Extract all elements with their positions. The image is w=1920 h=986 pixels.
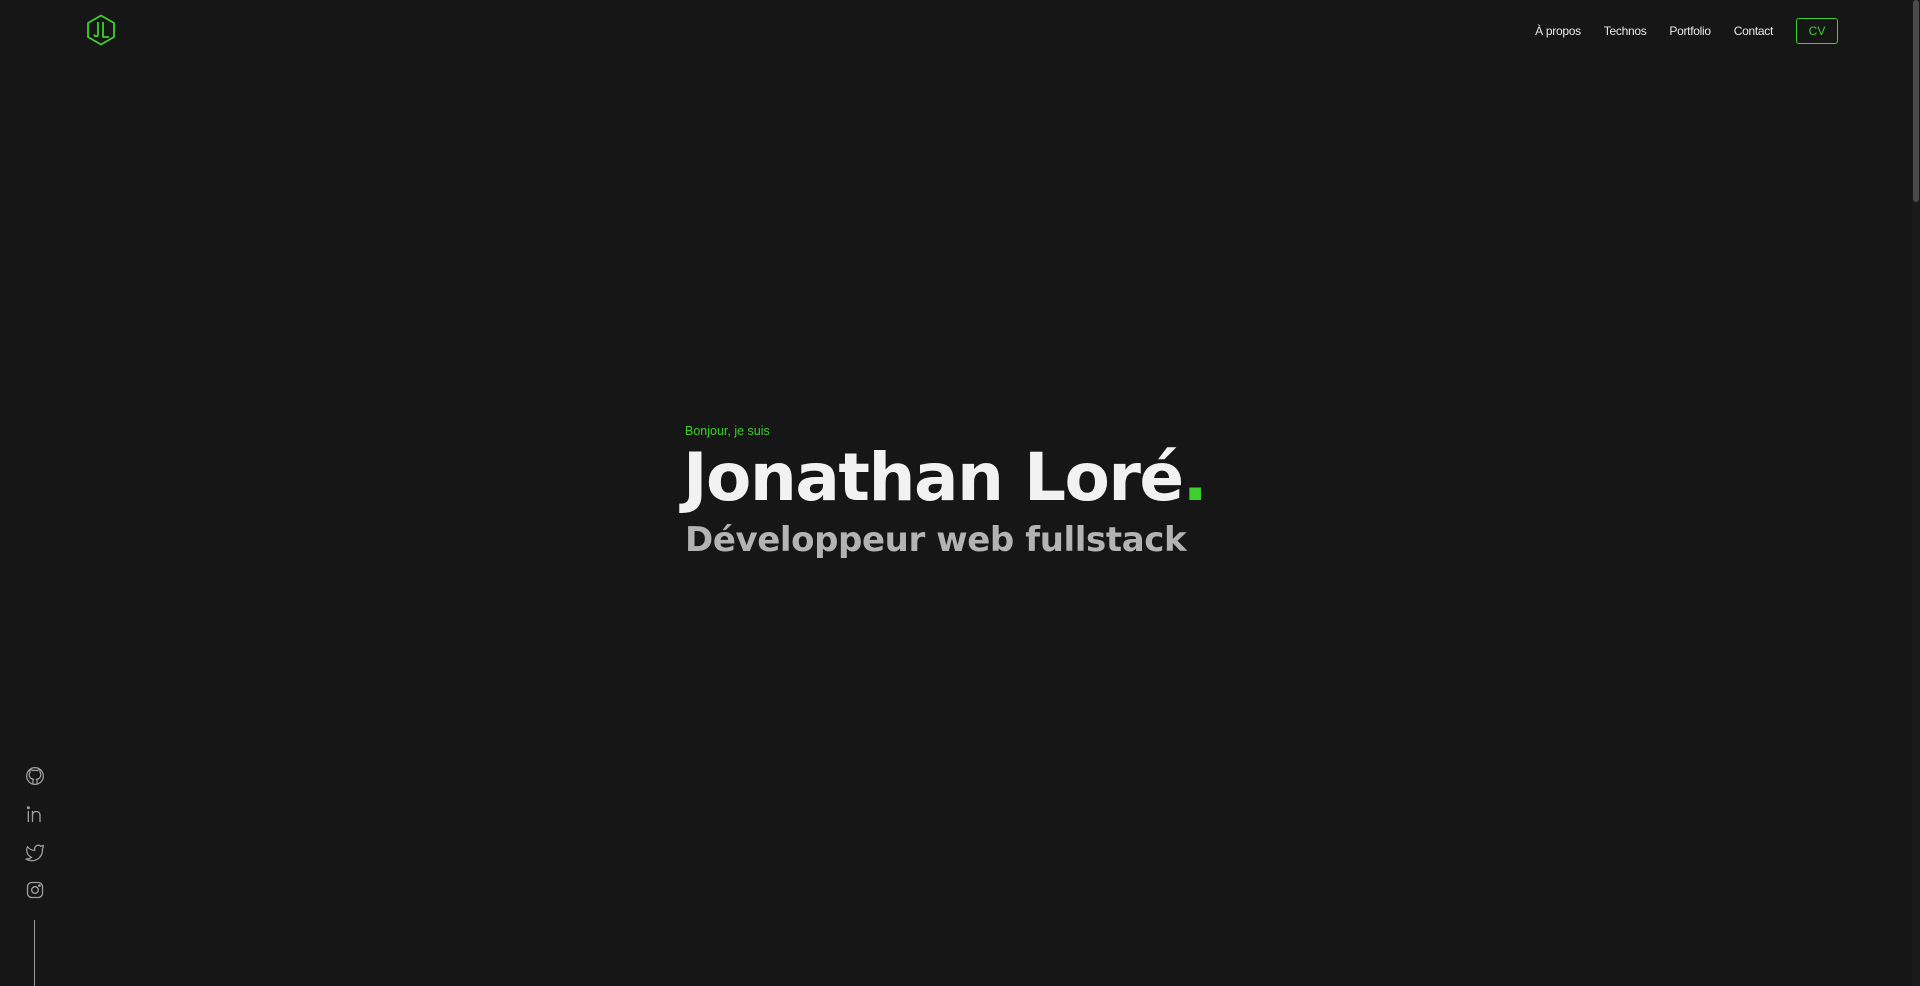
- cv-button[interactable]: CV: [1796, 18, 1838, 44]
- nav-link-portfolio[interactable]: Portfolio: [1669, 19, 1711, 43]
- nav-link-a-propos[interactable]: À propos: [1535, 19, 1581, 43]
- nav-link-technos[interactable]: Technos: [1604, 19, 1647, 43]
- github-icon[interactable]: [25, 766, 45, 786]
- page: À propos Technos Portfolio Contact CV Bo…: [0, 0, 1920, 986]
- main-nav: À propos Technos Portfolio Contact CV: [1535, 18, 1838, 44]
- linkedin-icon[interactable]: [25, 804, 45, 824]
- hero-greeting: Bonjour, je suis: [685, 424, 770, 438]
- scrollbar[interactable]: [1912, 0, 1920, 986]
- nav-link-contact[interactable]: Contact: [1734, 19, 1774, 43]
- hero-role: Développeur web fullstack: [685, 520, 1187, 560]
- hero-name: Jonathan Loré.: [683, 439, 1208, 516]
- instagram-icon[interactable]: [25, 880, 45, 900]
- social-links: [23, 766, 47, 918]
- scrollbar-thumb[interactable]: [1913, 0, 1919, 202]
- hero-section: Bonjour, je suis Jonathan Loré. Développ…: [683, 422, 1208, 560]
- social-divider-line: [34, 920, 35, 986]
- twitter-icon[interactable]: [25, 842, 45, 862]
- hero-name-text: Jonathan Loré: [683, 439, 1184, 516]
- jl-logo-icon[interactable]: [86, 14, 116, 46]
- hero-name-dot: .: [1182, 439, 1208, 516]
